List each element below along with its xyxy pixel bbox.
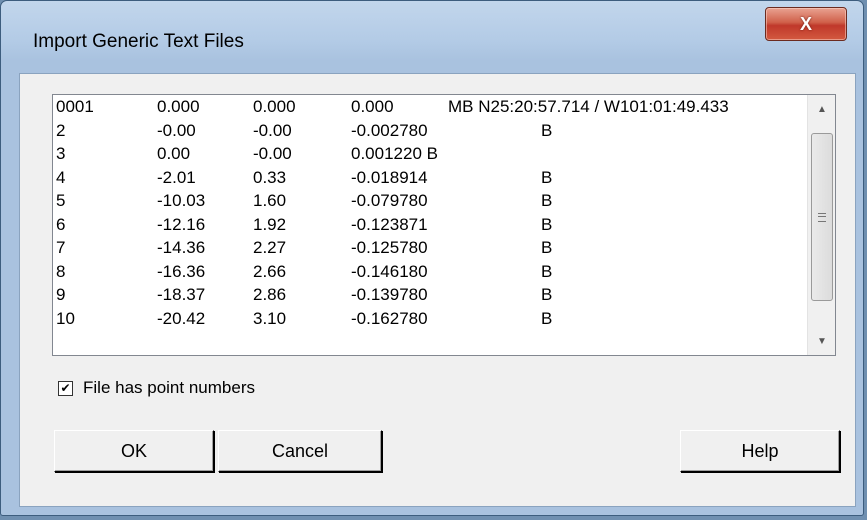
preview-cell: 2 bbox=[56, 120, 66, 140]
preview-cell: B bbox=[541, 120, 553, 140]
preview-cell: 5 bbox=[56, 191, 66, 210]
preview-row: 7 -14.36 2.27 -0.125780 B bbox=[53, 236, 809, 260]
preview-cell: B bbox=[541, 214, 553, 234]
preview-cell: B bbox=[541, 285, 553, 304]
preview-cell: -0.146180 bbox=[351, 261, 428, 281]
preview-cell: 0001 bbox=[56, 97, 94, 116]
preview-cell: 3 bbox=[56, 144, 66, 163]
preview-cell: -0.00 bbox=[253, 120, 292, 140]
preview-row: 10 -20.42 3.10 -0.162780 B bbox=[53, 307, 809, 331]
preview-cell: 0.00 bbox=[157, 144, 191, 163]
preview-row: 2 -0.00 -0.00 -0.002780 B bbox=[53, 119, 809, 143]
preview-cell: 10 bbox=[56, 308, 75, 328]
scroll-thumb[interactable] bbox=[811, 133, 833, 301]
scroll-up-button[interactable]: ▲ bbox=[808, 97, 835, 121]
arrow-up-icon: ▲ bbox=[817, 103, 827, 115]
preview-cell: 1.60 bbox=[253, 191, 287, 210]
preview-cell: 2.86 bbox=[253, 285, 287, 304]
preview-cell: 0.001220 B bbox=[351, 144, 438, 163]
close-button[interactable]: X bbox=[765, 7, 847, 41]
preview-row: 8 -16.36 2.66 -0.146180 B bbox=[53, 260, 809, 284]
grip-icon bbox=[818, 212, 826, 222]
preview-cell: 1.92 bbox=[253, 214, 287, 234]
preview-row: 5 -10.03 1.60 -0.079780 B bbox=[53, 189, 809, 213]
preview-cell: -0.162780 bbox=[351, 308, 428, 328]
scroll-down-button[interactable]: ▼ bbox=[808, 329, 835, 353]
file-preview-list[interactable]: 0001 0.000 0.000 0.000 MB N25:20:57.714 / W1… bbox=[52, 94, 836, 356]
preview-cell: 3.10 bbox=[253, 308, 287, 328]
preview-cell: -0.123871 bbox=[351, 214, 428, 234]
preview-cell: -18.37 bbox=[157, 285, 206, 304]
checkmark-icon: ✔ bbox=[60, 381, 71, 395]
preview-cell: -0.00 bbox=[253, 144, 292, 163]
preview-cell: -14.36 bbox=[157, 238, 206, 257]
preview-cell: 7 bbox=[56, 238, 66, 257]
preview-cell: -0.125780 bbox=[351, 238, 428, 257]
preview-row: 4 -2.01 0.33 -0.018914 B bbox=[53, 166, 809, 190]
preview-cell: 0.000 bbox=[253, 97, 296, 116]
preview-row: 6 -12.16 1.92 -0.123871 B bbox=[53, 213, 809, 237]
preview-cell: -0.00 bbox=[157, 120, 196, 140]
preview-cell: 6 bbox=[56, 214, 66, 234]
preview-cell: 9 bbox=[56, 285, 66, 304]
title-bar[interactable]: Import Generic Text Files X bbox=[1, 1, 863, 73]
preview-cell: 2.66 bbox=[253, 261, 287, 281]
preview-cell: B bbox=[541, 191, 553, 210]
preview-cell: 0.000 bbox=[157, 97, 200, 116]
preview-cell: B bbox=[541, 238, 553, 257]
preview-cell: B bbox=[541, 167, 553, 187]
preview-cell: -0.002780 bbox=[351, 120, 428, 140]
help-button[interactable]: Help bbox=[680, 430, 840, 472]
point-numbers-checkbox[interactable]: ✔ bbox=[58, 380, 73, 396]
preview-cell: -0.018914 bbox=[351, 167, 428, 187]
preview-row: 9 -18.37 2.86 -0.139780 B bbox=[53, 283, 809, 307]
preview-cell: B bbox=[541, 308, 553, 328]
dialog-title: Import Generic Text Files bbox=[33, 31, 244, 52]
preview-cell: -20.42 bbox=[157, 308, 206, 328]
preview-cell: MB N25:20:57.714 / W101:01:49.433 bbox=[448, 97, 729, 116]
import-dialog-window: Import Generic Text Files X 0001 0.000 0.0… bbox=[0, 0, 864, 516]
preview-cell: -0.079780 bbox=[351, 191, 428, 210]
close-icon: X bbox=[799, 13, 812, 34]
preview-cell: -10.03 bbox=[157, 191, 206, 210]
ok-button[interactable]: OK bbox=[54, 430, 214, 472]
cancel-button[interactable]: Cancel bbox=[218, 430, 382, 472]
point-numbers-option[interactable]: ✔ File has point numbers bbox=[58, 378, 255, 398]
preview-cell: 4 bbox=[56, 167, 66, 187]
preview-cell: 0.33 bbox=[253, 167, 287, 187]
vertical-scrollbar[interactable]: ▲ ▼ bbox=[807, 95, 835, 355]
preview-row: 3 0.00 -0.00 0.001220 B bbox=[53, 142, 809, 166]
arrow-down-icon: ▼ bbox=[817, 335, 827, 347]
preview-cell: 8 bbox=[56, 261, 66, 281]
preview-cell: -12.16 bbox=[157, 214, 206, 234]
preview-cell: 2.27 bbox=[253, 238, 287, 257]
preview-cell: -16.36 bbox=[157, 261, 206, 281]
preview-cell: B bbox=[541, 261, 553, 281]
preview-cell: -0.139780 bbox=[351, 285, 428, 304]
preview-rows: 0001 0.000 0.000 0.000 MB N25:20:57.714 / W1… bbox=[53, 95, 809, 330]
point-numbers-label[interactable]: File has point numbers bbox=[83, 378, 255, 398]
preview-cell: -2.01 bbox=[157, 167, 196, 187]
preview-row: 0001 0.000 0.000 0.000 MB N25:20:57.714 / W1… bbox=[53, 95, 809, 119]
dialog-body: 0001 0.000 0.000 0.000 MB N25:20:57.714 / W1… bbox=[19, 73, 856, 507]
preview-cell: 0.000 bbox=[351, 97, 394, 116]
